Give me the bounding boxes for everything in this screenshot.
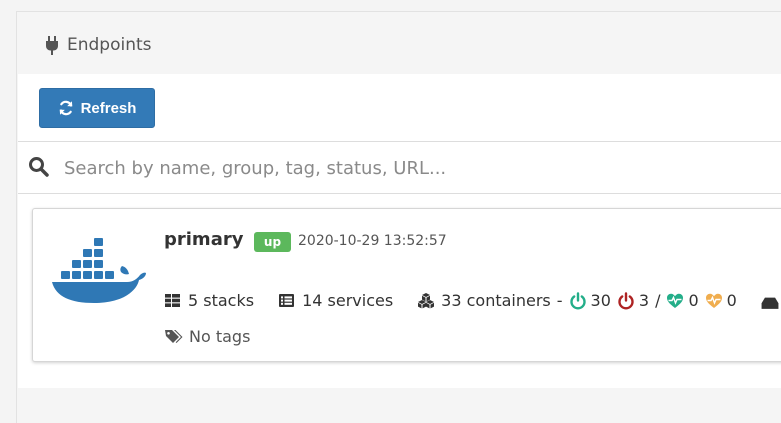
tags-text: No tags [189, 327, 251, 346]
page-title: Endpoints [45, 35, 152, 55]
toolbar: Refresh [18, 74, 781, 141]
panel-header: Endpoints [17, 12, 781, 74]
endpoint-name: primary [164, 229, 244, 250]
containers-stat: 33 containers - 30 3 / 0 0 [417, 291, 779, 310]
stopped-count: 3 [638, 291, 650, 310]
refresh-icon [59, 100, 72, 116]
running-count: 30 [590, 291, 611, 310]
status-badge: up [254, 232, 291, 252]
containers-count: 33 containers [441, 291, 551, 310]
running-power-icon [569, 291, 586, 309]
healthy-count: 0 [688, 291, 699, 310]
endpoints-panel: Endpoints Refresh Search by name, group,… [16, 11, 781, 423]
refresh-button[interactable]: Refresh [39, 88, 155, 128]
search-input[interactable] [62, 151, 766, 185]
stacks-stat: 5 stacks [164, 291, 254, 310]
endpoints-page: Endpoints Refresh Search by name, group,… [0, 0, 781, 423]
services-stat: 14 services [278, 291, 393, 310]
plug-icon [46, 36, 58, 55]
endpoint-card-primary[interactable]: primary up 2020-10-29 13:52:57 5 stacks … [32, 208, 781, 362]
health-separator: / [655, 291, 661, 310]
tags-icon [165, 330, 183, 343]
endpoint-timestamp: 2020-10-29 13:52:57 [298, 233, 447, 249]
healthy-heartbeat-icon [667, 293, 684, 308]
stacks-icon [165, 294, 180, 307]
endpoint-list: primary up 2020-10-29 13:52:57 5 stacks … [18, 194, 781, 388]
stacks-count: 5 stacks [188, 291, 255, 310]
hdd-icon [761, 297, 779, 309]
refresh-button-label: Refresh [80, 99, 137, 117]
search-bar [18, 141, 781, 194]
stopped-power-icon [618, 291, 634, 309]
page-title-text: Endpoints [67, 35, 152, 55]
unhealthy-count: 0 [726, 291, 737, 310]
services-list-icon [279, 294, 295, 307]
unhealthy-heartbeat-icon [705, 293, 722, 308]
endpoint-stats: 5 stacks 14 services 33 containers - 30 … [164, 291, 779, 310]
endpoint-tags: No tags [164, 327, 250, 346]
containers-separator: - [556, 291, 563, 310]
cubes-icon [418, 292, 435, 308]
services-count: 14 services [302, 291, 394, 310]
docker-logo [52, 238, 146, 303]
search-icon [29, 157, 49, 177]
